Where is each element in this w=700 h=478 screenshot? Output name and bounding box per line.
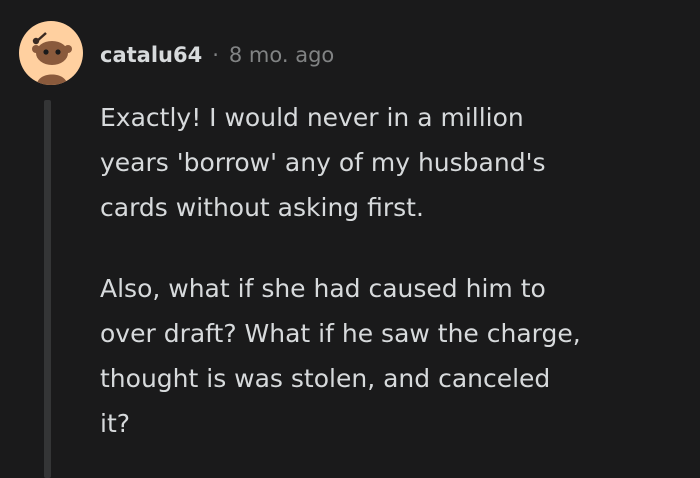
- thread-collapse-line[interactable]: [44, 100, 51, 478]
- reddit-snoo-avatar-icon: [32, 32, 72, 85]
- comment-body: Exactly! I would never in a million year…: [100, 95, 690, 446]
- meta-separator: ·: [212, 43, 219, 67]
- comment-paragraph: Also, what if she had caused him to over…: [100, 274, 581, 438]
- comment-meta: catalu64 · 8 mo. ago: [100, 38, 334, 72]
- author-username[interactable]: catalu64: [100, 43, 202, 67]
- comment: catalu64 · 8 mo. ago Exactly! I would ne…: [0, 0, 700, 478]
- comment-paragraph: Exactly! I would never in a million year…: [100, 103, 546, 222]
- user-avatar[interactable]: [19, 21, 83, 85]
- comment-timestamp[interactable]: 8 mo. ago: [229, 43, 334, 67]
